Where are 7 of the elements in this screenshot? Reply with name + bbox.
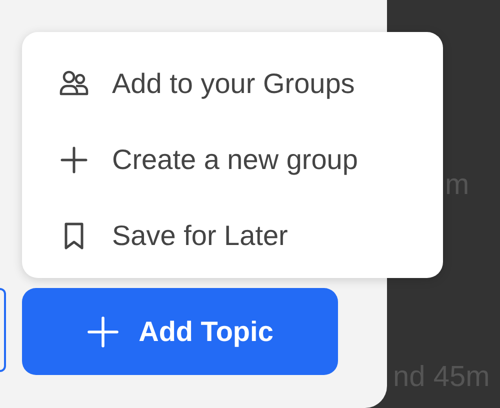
menu-item[interactable]: Create a new group bbox=[22, 132, 443, 188]
menu-item[interactable]: Add to your Groups bbox=[22, 56, 443, 112]
plus-icon bbox=[58, 144, 90, 176]
menu-item[interactable]: Save for Later bbox=[22, 208, 443, 264]
add-topic-button[interactable]: Add Topic bbox=[22, 288, 338, 375]
outline-button[interactable] bbox=[0, 288, 6, 372]
plus-icon bbox=[86, 316, 119, 348]
